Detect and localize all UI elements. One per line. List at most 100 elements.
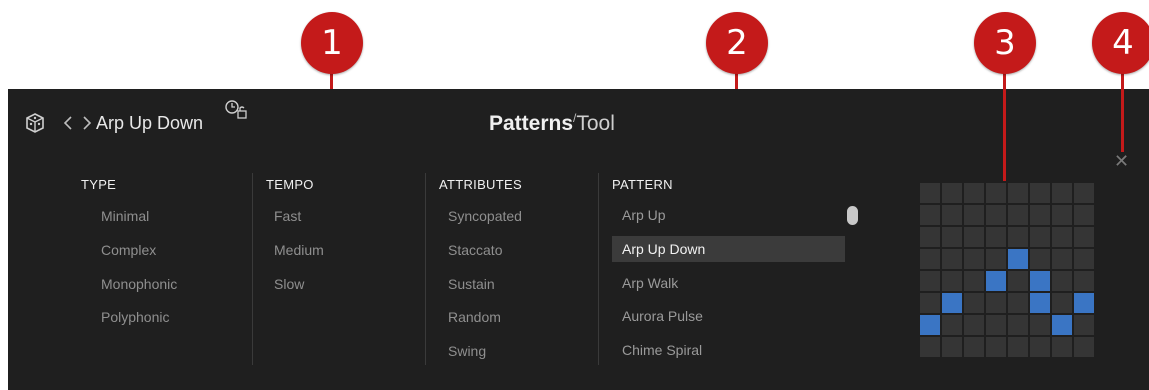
app-title: Patterns/Tool (489, 111, 615, 136)
grid-cell (942, 227, 962, 247)
callout-badge-4: 4 (1092, 12, 1149, 74)
attributes-item-sustain[interactable]: Sustain (448, 276, 495, 292)
app-title-bold: Patterns (489, 112, 574, 135)
attributes-item-random[interactable]: Random (448, 309, 501, 325)
grid-cell-active (1052, 315, 1072, 335)
app-title-light: Tool (576, 112, 615, 135)
pattern-preview-grid (920, 183, 1094, 357)
grid-cell (1052, 271, 1072, 291)
chevron-left-icon[interactable] (63, 115, 73, 136)
grid-cell (920, 293, 940, 313)
grid-cell (920, 183, 940, 203)
grid-cell-active (920, 315, 940, 335)
attributes-item-swing[interactable]: Swing (448, 343, 486, 359)
grid-cell (964, 205, 984, 225)
grid-cell (1052, 227, 1072, 247)
grid-cell (964, 227, 984, 247)
callout-badge-3: 3 (974, 12, 1036, 74)
callout-3-stem (1003, 60, 1006, 181)
attributes-header: ATTRIBUTES (439, 177, 522, 192)
stopwatch-lock-icon[interactable] (224, 99, 250, 126)
grid-cell (942, 249, 962, 269)
tempo-item-fast[interactable]: Fast (274, 208, 301, 224)
grid-cell (1030, 249, 1050, 269)
tempo-header: TEMPO (266, 177, 314, 192)
grid-cell (1008, 337, 1028, 357)
grid-cell (920, 337, 940, 357)
preset-name: Arp Up Down (96, 113, 204, 133)
grid-cell (964, 249, 984, 269)
grid-cell (942, 337, 962, 357)
type-item-polyphonic[interactable]: Polyphonic (101, 309, 170, 325)
grid-cell (1008, 183, 1028, 203)
pattern-item-arp-up[interactable]: Arp Up (612, 202, 845, 228)
grid-cell (1074, 337, 1094, 357)
grid-cell-active (986, 271, 1006, 291)
grid-cell (920, 249, 940, 269)
grid-cell (1052, 337, 1072, 357)
pattern-item-chime-spiral[interactable]: Chime Spiral (612, 337, 845, 363)
grid-cell-active (1030, 293, 1050, 313)
type-header: TYPE (81, 177, 117, 192)
grid-cell (942, 315, 962, 335)
pattern-item-aurora-pulse[interactable]: Aurora Pulse (612, 303, 845, 329)
grid-cell-active (942, 293, 962, 313)
grid-cell (920, 227, 940, 247)
callout-badge-2: 2 (706, 12, 768, 74)
grid-cell (1052, 249, 1072, 269)
dice-icon[interactable] (24, 112, 46, 139)
grid-cell (1008, 271, 1028, 291)
type-item-monophonic[interactable]: Monophonic (101, 276, 177, 292)
grid-cell (1074, 227, 1094, 247)
grid-cell (964, 183, 984, 203)
grid-cell (986, 337, 1006, 357)
grid-cell-active (1074, 293, 1094, 313)
pattern-item-arp-walk[interactable]: Arp Walk (612, 270, 845, 296)
grid-cell (1008, 315, 1028, 335)
grid-cell (942, 271, 962, 291)
pattern-list-scrollbar[interactable] (847, 206, 858, 225)
grid-cell (1008, 293, 1028, 313)
grid-cell (1008, 205, 1028, 225)
column-divider (252, 173, 253, 365)
column-divider (598, 173, 599, 365)
pattern-item-arp-up-down[interactable]: Arp Up Down (612, 236, 845, 262)
grid-cell (964, 293, 984, 313)
grid-cell (1030, 205, 1050, 225)
grid-cell (920, 271, 940, 291)
grid-cell (986, 205, 1006, 225)
grid-cell (986, 249, 1006, 269)
grid-cell-active (1030, 271, 1050, 291)
grid-cell-active (1008, 249, 1028, 269)
grid-cell (964, 271, 984, 291)
grid-cell (1074, 249, 1094, 269)
grid-cell (1030, 227, 1050, 247)
grid-cell (1008, 227, 1028, 247)
tempo-item-slow[interactable]: Slow (274, 276, 304, 292)
callout-badge-1: 1 (301, 12, 363, 74)
grid-cell (964, 337, 984, 357)
type-item-minimal[interactable]: Minimal (101, 208, 149, 224)
grid-cell (1074, 183, 1094, 203)
grid-cell (1030, 183, 1050, 203)
pattern-header: PATTERN (612, 177, 673, 192)
grid-cell (986, 183, 1006, 203)
type-item-complex[interactable]: Complex (101, 242, 156, 258)
attributes-item-staccato[interactable]: Staccato (448, 242, 502, 258)
grid-cell (1074, 205, 1094, 225)
grid-cell (1030, 337, 1050, 357)
grid-cell (920, 205, 940, 225)
attributes-item-syncopated[interactable]: Syncopated (448, 208, 522, 224)
grid-cell (1074, 315, 1094, 335)
grid-cell (986, 227, 1006, 247)
chevron-right-icon[interactable] (82, 115, 92, 136)
close-icon[interactable]: ✕ (1114, 151, 1129, 172)
grid-cell (1052, 183, 1072, 203)
patterns-tool-panel: Arp Up Down Patterns/Tool TYPE Minimal C… (8, 89, 1149, 390)
grid-cell (986, 315, 1006, 335)
grid-cell (1052, 293, 1072, 313)
grid-cell (1052, 205, 1072, 225)
grid-cell (942, 205, 962, 225)
grid-cell (942, 183, 962, 203)
tempo-item-medium[interactable]: Medium (274, 242, 324, 258)
